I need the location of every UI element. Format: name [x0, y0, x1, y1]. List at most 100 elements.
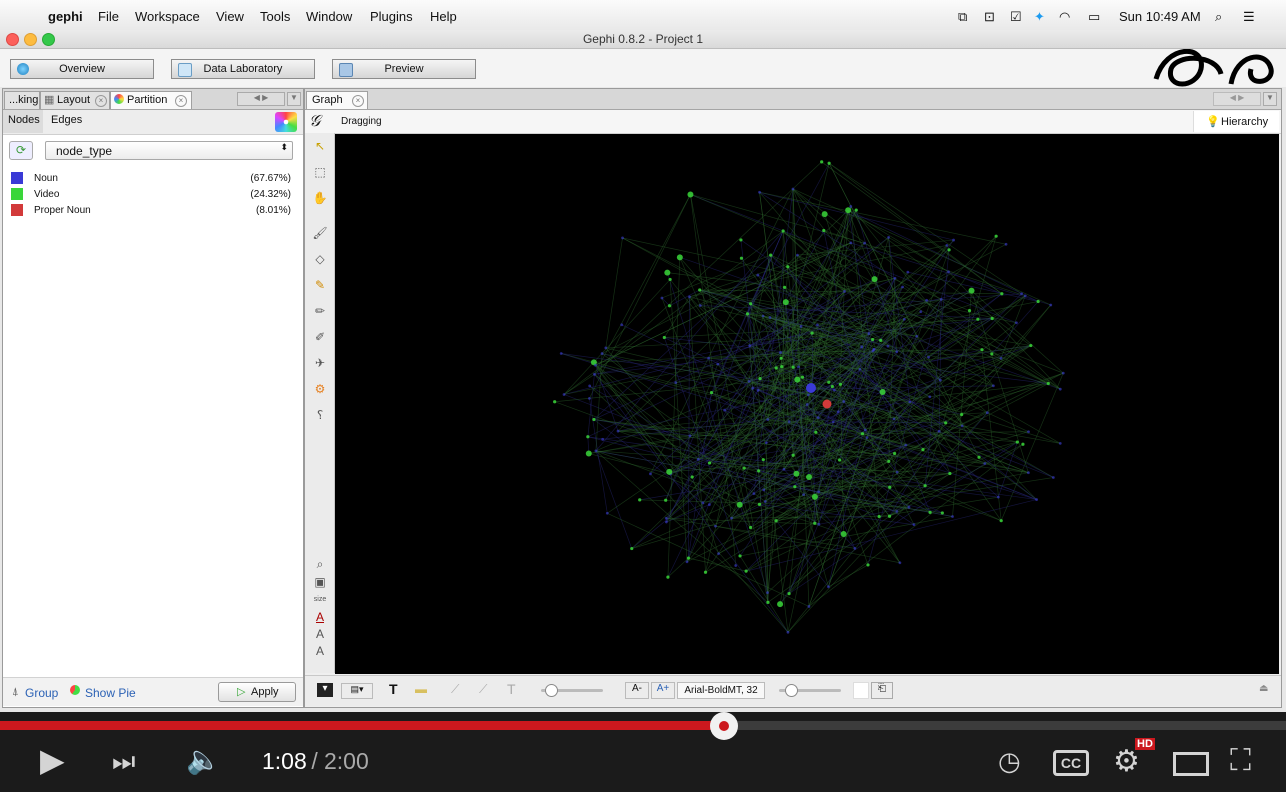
graph-node[interactable]: [701, 501, 705, 505]
graph-node[interactable]: [838, 382, 843, 386]
graph-node[interactable]: [800, 375, 805, 379]
label-color-swatch[interactable]: [853, 682, 869, 699]
graph-node[interactable]: [664, 516, 668, 520]
graph-node[interactable]: [717, 552, 720, 556]
graph-node[interactable]: [991, 384, 995, 388]
drag-hand-icon[interactable]: ✋: [312, 190, 328, 206]
graph-node[interactable]: [766, 591, 769, 595]
gear-icon[interactable]: ⚙: [312, 381, 328, 397]
tab-graph[interactable]: Graph ×: [306, 91, 368, 109]
graph-node[interactable]: [865, 436, 869, 440]
text-toggle-icon[interactable]: T: [389, 681, 398, 697]
data-laboratory-button[interactable]: Data Laboratory: [171, 59, 315, 79]
battery-icon[interactable]: ▭: [1088, 9, 1100, 25]
graph-node[interactable]: [858, 367, 862, 371]
graph-node[interactable]: [588, 397, 591, 400]
graph-node[interactable]: [1058, 442, 1062, 445]
graph-node[interactable]: [703, 570, 708, 574]
graph-node[interactable]: [716, 362, 720, 366]
network-graph[interactable]: [335, 134, 1279, 674]
search-icon[interactable]: ⌕: [1215, 9, 1222, 25]
graph-node[interactable]: [853, 546, 857, 550]
graph-node[interactable]: [940, 511, 944, 515]
graph-node[interactable]: [751, 386, 755, 390]
color-swatch[interactable]: [11, 204, 23, 216]
graph-node[interactable]: [593, 372, 596, 376]
menu-help[interactable]: Help: [430, 9, 457, 24]
graph-node[interactable]: [814, 430, 818, 434]
graph-node[interactable]: [586, 435, 590, 439]
overview-button[interactable]: Overview: [10, 59, 154, 79]
graph-node[interactable]: [794, 376, 801, 383]
graph-node[interactable]: [1029, 343, 1033, 348]
label-font-icon[interactable]: A: [312, 643, 328, 659]
graph-node[interactable]: [594, 363, 597, 367]
graph-node[interactable]: [786, 265, 790, 269]
graph-node[interactable]: [734, 564, 738, 567]
graph-node[interactable]: [901, 285, 904, 289]
graph-node[interactable]: [707, 356, 711, 360]
graph-node[interactable]: [983, 462, 987, 465]
graph-node[interactable]: [831, 420, 835, 424]
graph-node[interactable]: [806, 393, 810, 397]
airplane-icon[interactable]: ✈: [312, 355, 328, 371]
graph-node[interactable]: [782, 467, 786, 471]
play-icon[interactable]: ▶: [40, 742, 65, 778]
settings-panel-button[interactable]: ⎗: [871, 682, 893, 699]
color-swatch[interactable]: [11, 188, 23, 200]
edge-line-icon[interactable]: ⟋: [451, 682, 459, 697]
menu-view[interactable]: View: [216, 9, 244, 24]
graph-node-proper-noun[interactable]: [822, 399, 832, 409]
graph-node[interactable]: [781, 229, 785, 233]
graph-node[interactable]: [906, 270, 910, 274]
graph-node[interactable]: [756, 273, 760, 277]
text-scale-icon[interactable]: T: [507, 681, 516, 697]
graph-node[interactable]: [915, 334, 919, 338]
refresh-icon[interactable]: ⟳: [9, 141, 33, 160]
graph-node[interactable]: [843, 290, 846, 293]
graph-node[interactable]: [696, 457, 700, 461]
graph-node[interactable]: [907, 505, 911, 509]
graph-node[interactable]: [752, 492, 756, 496]
graph-node[interactable]: [782, 299, 789, 306]
graph-node[interactable]: [895, 350, 899, 354]
graph-node[interactable]: [600, 352, 604, 355]
graph-node[interactable]: [836, 410, 840, 414]
graph-node[interactable]: [939, 297, 943, 301]
graph-node[interactable]: [1020, 292, 1024, 296]
label-color-icon[interactable]: A: [312, 609, 328, 625]
graph-node[interactable]: [976, 317, 980, 321]
graph-node[interactable]: [1026, 471, 1030, 475]
check-icon[interactable]: ☑: [1010, 9, 1022, 25]
graph-node[interactable]: [887, 459, 891, 463]
close-icon[interactable]: ×: [352, 95, 364, 107]
graph-node[interactable]: [928, 510, 932, 514]
graph-node[interactable]: [739, 238, 743, 242]
graph-node[interactable]: [777, 601, 784, 608]
font-selector[interactable]: Arial-BoldMT, 32: [677, 682, 765, 699]
progress-scrubber[interactable]: [710, 712, 739, 740]
graph-node[interactable]: [810, 331, 814, 335]
graph-node[interactable]: [806, 474, 813, 481]
graph-node[interactable]: [764, 441, 768, 445]
graph-node[interactable]: [816, 323, 819, 327]
graph-node[interactable]: [748, 344, 752, 348]
graph-node[interactable]: [960, 412, 964, 417]
edge-color-icon[interactable]: ▬: [415, 682, 427, 696]
graph-node[interactable]: [559, 352, 563, 355]
graph-node[interactable]: [687, 191, 694, 198]
graph-node[interactable]: [674, 381, 678, 385]
graph-node[interactable]: [999, 356, 1003, 360]
graph-node[interactable]: [1027, 430, 1030, 434]
close-icon[interactable]: ×: [175, 95, 187, 107]
graph-node[interactable]: [1015, 440, 1019, 444]
graph-node[interactable]: [690, 475, 694, 479]
legend-row-video[interactable]: Video (24.32%): [11, 188, 291, 202]
graph-node[interactable]: [749, 302, 753, 306]
graph-node[interactable]: [748, 525, 753, 530]
graph-node[interactable]: [1051, 476, 1055, 479]
graph-node[interactable]: [887, 235, 891, 239]
graph-node[interactable]: [787, 420, 791, 424]
graph-node[interactable]: [968, 287, 975, 294]
group-link[interactable]: Group: [25, 686, 58, 700]
